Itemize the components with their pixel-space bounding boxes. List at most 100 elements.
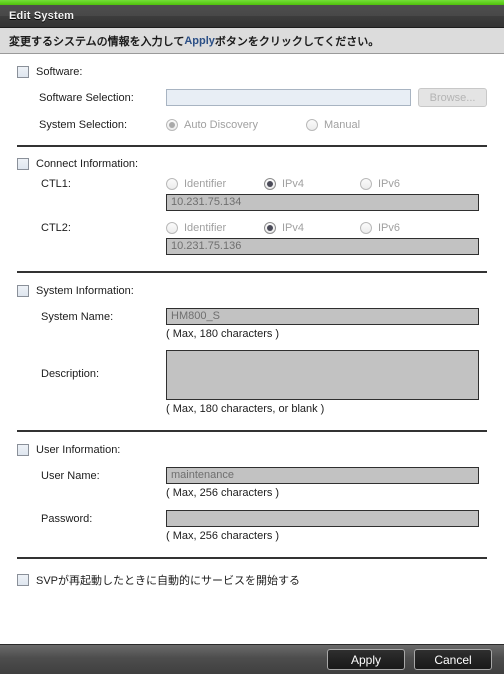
ctl1-radio-identifier-label: Identifier	[184, 178, 227, 190]
system-selection-label-cell: System Selection:	[17, 119, 166, 131]
system-name-label-cell: System Name:	[17, 311, 166, 323]
ctl2-label-cell: CTL2:	[17, 222, 166, 234]
ctl2-radio-ipv6[interactable]: IPv6	[360, 222, 400, 234]
user-name-label-cell: User Name:	[17, 470, 166, 482]
ctl1-radio-ipv6-indicator[interactable]	[360, 178, 372, 190]
description-label: Description:	[41, 368, 100, 380]
user-information-checkbox-label: User Information:	[36, 444, 121, 456]
user-name-label: User Name:	[41, 469, 100, 482]
radio-manual-label: Manual	[324, 119, 361, 131]
radio-auto-discovery[interactable]: Auto Discovery	[166, 119, 306, 131]
ctl1-radio-ipv6[interactable]: IPv6	[360, 178, 400, 190]
section-software: Software: Software Selection: Browse... …	[17, 66, 487, 147]
password-row: Password:	[17, 510, 487, 527]
ctl2-radio-identifier-label: Identifier	[184, 222, 227, 234]
section-connect-information: Connect Information: CTL1: Identifier IP…	[17, 158, 487, 273]
ctl2-radio-ipv6-indicator[interactable]	[360, 222, 372, 234]
password-hint-row: ( Max, 256 characters )	[17, 530, 487, 542]
description-input[interactable]	[166, 350, 479, 400]
connect-information-checkbox-label: Connect Information:	[36, 158, 139, 170]
description-row: Description:	[17, 350, 487, 400]
user-information-checkbox-row[interactable]: User Information:	[17, 444, 487, 456]
dialog-footer: Apply Cancel	[0, 644, 504, 674]
ctl1-radio-identifier[interactable]: Identifier	[166, 178, 264, 190]
connect-information-checkbox[interactable]	[17, 158, 29, 170]
ctl2-radio-identifier-indicator[interactable]	[166, 222, 178, 234]
edit-system-dialog: Edit System 変更するシステムの情報を入力して Apply ボタンをクリッ…	[0, 0, 504, 674]
ctl1-radio-ipv4[interactable]: IPv4	[264, 178, 360, 190]
system-information-checkbox-row[interactable]: System Information:	[17, 285, 487, 297]
ctl1-radio-ipv4-label: IPv4	[282, 178, 305, 190]
ctl1-address-input[interactable]: 10.231.75.134	[166, 194, 479, 211]
system-selection-radio-group: Auto Discovery Manual	[166, 119, 479, 131]
ctl2-radio-row: CTL2: Identifier IPv4 IPv6	[17, 222, 487, 234]
system-information-checkbox-label: System Information:	[36, 285, 134, 297]
software-selection-label-cell: Software Selection:	[17, 92, 166, 104]
software-checkbox-label: Software:	[36, 66, 83, 78]
radio-auto-discovery-label: Auto Discovery	[184, 119, 258, 131]
software-selection-label: Software Selection:	[39, 91, 134, 104]
radio-manual[interactable]: Manual	[306, 119, 360, 131]
system-name-row: System Name: HM800_S	[17, 308, 487, 325]
software-selection-row: Software Selection: Browse...	[17, 88, 487, 107]
radio-manual-indicator[interactable]	[306, 119, 318, 131]
password-hint: ( Max, 256 characters )	[166, 530, 280, 542]
software-checkbox-row[interactable]: Software:	[17, 66, 487, 78]
description-hint: ( Max, 180 characters, or blank )	[166, 403, 325, 415]
ctl1-radio-row: CTL1: Identifier IPv4 IPv6	[17, 178, 487, 190]
ctl1-label-cell: CTL1:	[17, 178, 166, 190]
divider-1	[17, 145, 487, 147]
system-name-label: System Name:	[41, 310, 114, 323]
cancel-button[interactable]: Cancel	[414, 649, 492, 670]
description-hint-row: ( Max, 180 characters, or blank )	[17, 403, 487, 415]
user-name-input[interactable]: maintenance	[166, 467, 479, 484]
ctl2-radio-ipv4[interactable]: IPv4	[264, 222, 360, 234]
password-input[interactable]	[166, 510, 479, 527]
ctl1-radio-ipv6-label: IPv6	[378, 178, 401, 190]
user-information-checkbox[interactable]	[17, 444, 29, 456]
system-selection-label: System Selection:	[39, 119, 128, 131]
password-label-cell: Password:	[17, 513, 166, 525]
ctl1-radio-ipv4-indicator[interactable]	[264, 178, 276, 190]
instruction-suffix: ボタンをクリックしてください。	[214, 35, 380, 48]
ctl2-radio-group: Identifier IPv4 IPv6	[166, 222, 479, 234]
instruction-banner: 変更するシステムの情報を入力して Apply ボタンをクリックしてください。	[0, 28, 504, 54]
apply-button[interactable]: Apply	[327, 649, 405, 670]
ctl1-address-row: 10.231.75.134	[17, 194, 487, 211]
instruction-keyword: Apply	[184, 34, 215, 47]
form-area: Software: Software Selection: Browse... …	[0, 54, 504, 644]
software-selection-input[interactable]	[166, 89, 412, 106]
ctl1-label: CTL1:	[41, 178, 71, 190]
ctl2-radio-ipv4-indicator[interactable]	[264, 222, 276, 234]
ctl2-radio-identifier[interactable]: Identifier	[166, 222, 264, 234]
divider-4	[17, 557, 487, 559]
system-selection-row: System Selection: Auto Discovery Manual	[17, 119, 487, 131]
divider-2	[17, 271, 487, 273]
ctl1-radio-group: Identifier IPv4 IPv6	[166, 178, 479, 190]
system-name-hint: ( Max, 180 characters )	[166, 328, 280, 340]
ctl1-radio-identifier-indicator[interactable]	[166, 178, 178, 190]
ctl2-address-input[interactable]: 10.231.75.136	[166, 238, 479, 255]
ctl2-label: CTL2:	[41, 222, 71, 234]
browse-button[interactable]: Browse...	[418, 88, 487, 107]
system-name-input[interactable]: HM800_S	[166, 308, 479, 325]
ctl2-address-row: 10.231.75.136	[17, 238, 487, 255]
ctl2-radio-ipv6-label: IPv6	[378, 222, 401, 234]
instruction-prefix: 変更するシステムの情報を入力して	[9, 35, 185, 48]
connect-checkbox-row[interactable]: Connect Information:	[17, 158, 487, 170]
system-information-checkbox[interactable]	[17, 285, 29, 297]
password-label: Password:	[41, 512, 93, 525]
system-name-hint-row: ( Max, 180 characters )	[17, 328, 487, 340]
user-name-hint-row: ( Max, 256 characters )	[17, 487, 487, 499]
section-system-information: System Information: System Name: HM800_S…	[17, 285, 487, 432]
user-name-hint: ( Max, 256 characters )	[166, 487, 280, 499]
radio-auto-discovery-indicator[interactable]	[166, 119, 178, 131]
auto-start-checkbox[interactable]	[17, 574, 29, 586]
auto-start-checkbox-label: SVPが再起動したときに自動的にサービスを開始する	[36, 575, 301, 587]
auto-start-checkbox-row[interactable]: SVPが再起動したときに自動的にサービスを開始する	[17, 572, 487, 588]
user-name-row: User Name: maintenance	[17, 467, 487, 484]
ctl2-radio-ipv4-label: IPv4	[282, 222, 305, 234]
software-checkbox[interactable]	[17, 66, 29, 78]
divider-3	[17, 430, 487, 432]
section-user-information: User Information: User Name: maintenance…	[17, 444, 487, 559]
